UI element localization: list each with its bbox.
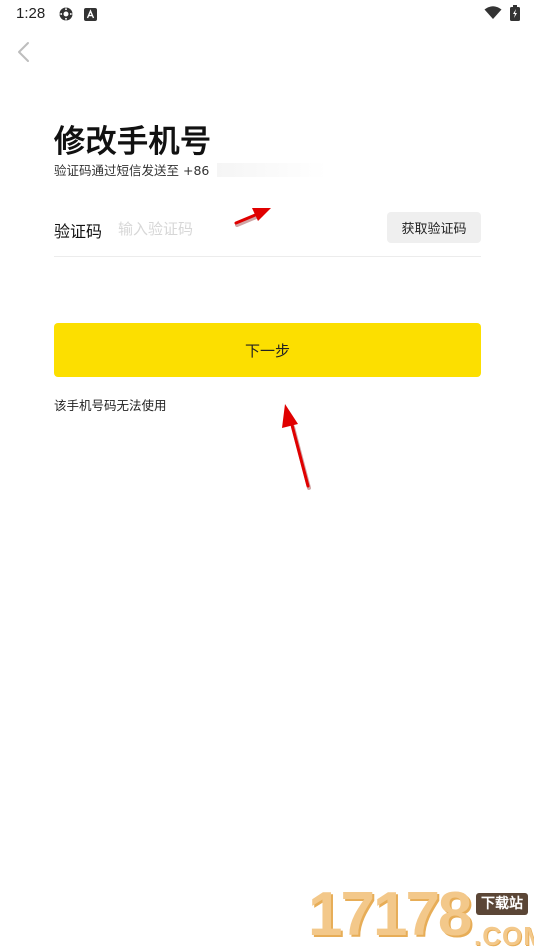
annotation-arrow-code xyxy=(234,208,271,227)
watermark-logo: 17178 下载站 .COM xyxy=(308,880,534,951)
watermark-digits: 17178 xyxy=(308,880,472,949)
watermark-domain: .COM xyxy=(474,921,534,951)
annotation-arrow-unusable xyxy=(282,404,311,490)
watermark-tag: 下载站 xyxy=(476,893,528,915)
annotation-arrows xyxy=(234,208,311,490)
